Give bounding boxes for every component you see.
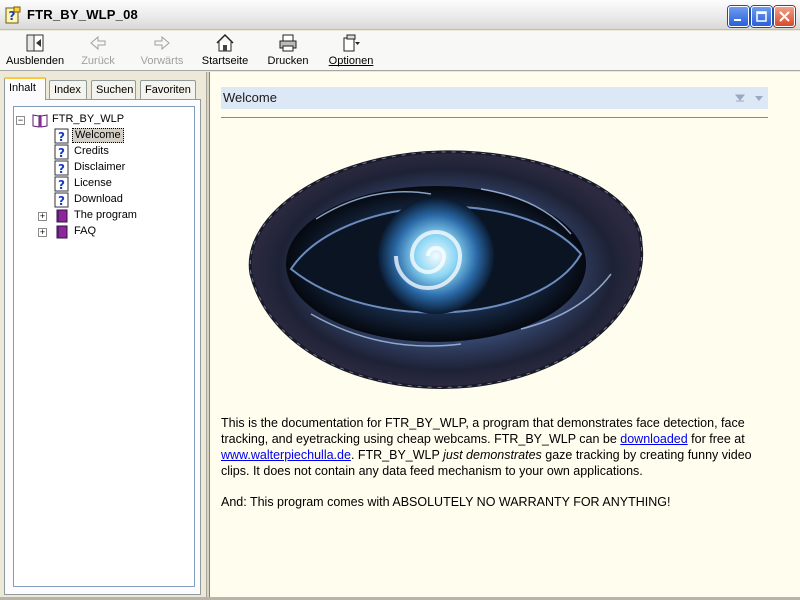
closed-book-icon: [56, 225, 68, 239]
navigation-pane: Inhalt Index Suchen Favoriten − FTR_BY_W…: [0, 72, 206, 600]
tree-node-root[interactable]: FTR_BY_WLP: [32, 112, 152, 128]
tree-topic[interactable]: ? Download: [54, 192, 144, 208]
tree-topic-label: Download: [74, 193, 123, 205]
svg-text:?: ?: [58, 194, 65, 208]
tree-topic[interactable]: ? License: [54, 176, 144, 192]
tree-book-label: The program: [74, 209, 137, 221]
home-label: Startseite: [201, 55, 249, 67]
tree-book[interactable]: The program: [54, 208, 154, 224]
header-divider: [221, 117, 768, 118]
home-icon: [216, 33, 234, 52]
header-nav-icons[interactable]: [734, 93, 764, 103]
contents-tree[interactable]: − FTR_BY_WLP ? Welcome ? Credits ? Discl…: [13, 106, 195, 587]
tree-topic[interactable]: ? Welcome: [54, 128, 144, 144]
svg-text:?: ?: [58, 178, 65, 192]
minimize-button[interactable]: [728, 6, 749, 27]
back-arrow-icon: [90, 35, 106, 51]
printer-icon: [279, 34, 297, 52]
tree-root-label: FTR_BY_WLP: [52, 113, 125, 125]
help-topic-icon: ?: [54, 128, 69, 144]
tab-contents-label: Inhalt: [9, 82, 36, 94]
expand-book-toggle[interactable]: +: [38, 212, 47, 221]
options-icon: [343, 34, 360, 52]
help-topic-icon: ?: [54, 144, 69, 160]
topic-header: Welcome: [221, 87, 768, 109]
tab-favorites-label: Favoriten: [145, 84, 191, 96]
help-topic-icon: ?: [54, 176, 69, 192]
tree-topic-label: License: [74, 177, 112, 189]
svg-text:?: ?: [58, 130, 65, 144]
tab-search[interactable]: Suchen: [91, 80, 136, 99]
svg-text:?: ?: [58, 146, 65, 160]
hide-label: Ausblenden: [6, 55, 65, 67]
close-button[interactable]: [774, 6, 795, 27]
closed-book-icon: [56, 209, 68, 223]
print-button[interactable]: Drucken: [264, 33, 312, 69]
open-book-icon: [32, 114, 48, 128]
back-label: Zurück: [81, 55, 115, 67]
tree-book-label: FAQ: [74, 225, 97, 237]
options-button[interactable]: Optionen: [327, 33, 375, 69]
forward-label: Vorwärts: [140, 55, 184, 67]
help-topic-icon: ?: [54, 160, 69, 176]
forward-button[interactable]: Vorwärts: [139, 33, 185, 69]
tab-index-label: Index: [54, 84, 81, 96]
hide-pane-icon: [26, 34, 44, 52]
options-label: Optionen: [328, 55, 374, 67]
maximize-button[interactable]: [751, 6, 772, 27]
help-topic-icon: ?: [54, 192, 69, 208]
back-button[interactable]: Zurück: [78, 33, 118, 69]
help-file-icon: ?: [5, 6, 21, 24]
warranty-paragraph: And: This program comes with ABSOLUTELY …: [221, 495, 671, 509]
intro-text-2: for free at: [687, 432, 745, 446]
forward-arrow-icon: [154, 35, 170, 51]
minimize-icon: [734, 19, 741, 21]
toolbar: Ausblenden Zurück Vorwärts Startseite Dr…: [0, 31, 800, 71]
collapse-root-toggle[interactable]: −: [16, 116, 25, 125]
tab-search-label: Suchen: [96, 84, 134, 96]
nav-tabs: Inhalt Index Suchen Favoriten: [4, 77, 204, 100]
tab-index[interactable]: Index: [49, 80, 87, 99]
tree-topic-label: Welcome: [72, 128, 124, 143]
tree-topic[interactable]: ? Credits: [54, 144, 144, 160]
expand-book-toggle[interactable]: +: [38, 228, 47, 237]
tree-topic-label: Credits: [74, 145, 109, 157]
content-right-edge: [785, 72, 800, 600]
topic-content: Welcome This is the documentation for FT…: [209, 72, 800, 600]
maximize-icon: [756, 11, 767, 22]
tab-favorites[interactable]: Favoriten: [140, 80, 196, 99]
download-link[interactable]: downloaded: [620, 432, 687, 446]
eye-illustration: [248, 150, 644, 389]
tree-topic-label: Disclaimer: [74, 161, 126, 173]
website-link[interactable]: www.walterpiechulla.de: [221, 448, 351, 462]
home-button[interactable]: Startseite: [200, 33, 250, 69]
tree-book[interactable]: FAQ: [54, 224, 154, 240]
svg-text:?: ?: [58, 162, 65, 176]
window-title: FTR_BY_WLP_08: [27, 7, 138, 22]
hide-button[interactable]: Ausblenden: [6, 33, 64, 69]
tree-topic[interactable]: ? Disclaimer: [54, 160, 144, 176]
print-label: Drucken: [267, 55, 309, 67]
intro-paragraph: This is the documentation for FTR_BY_WLP…: [221, 415, 771, 479]
title-bar[interactable]: ? FTR_BY_WLP_08: [0, 0, 800, 30]
intro-text-3: . FTR_BY_WLP: [350, 448, 444, 462]
contents-panel: − FTR_BY_WLP ? Welcome ? Credits ? Discl…: [4, 99, 201, 595]
close-icon: [779, 11, 790, 22]
topic-title: Welcome: [223, 90, 277, 105]
tab-contents[interactable]: Inhalt: [4, 77, 46, 100]
intro-emphasis: just demonstrates: [443, 448, 542, 462]
